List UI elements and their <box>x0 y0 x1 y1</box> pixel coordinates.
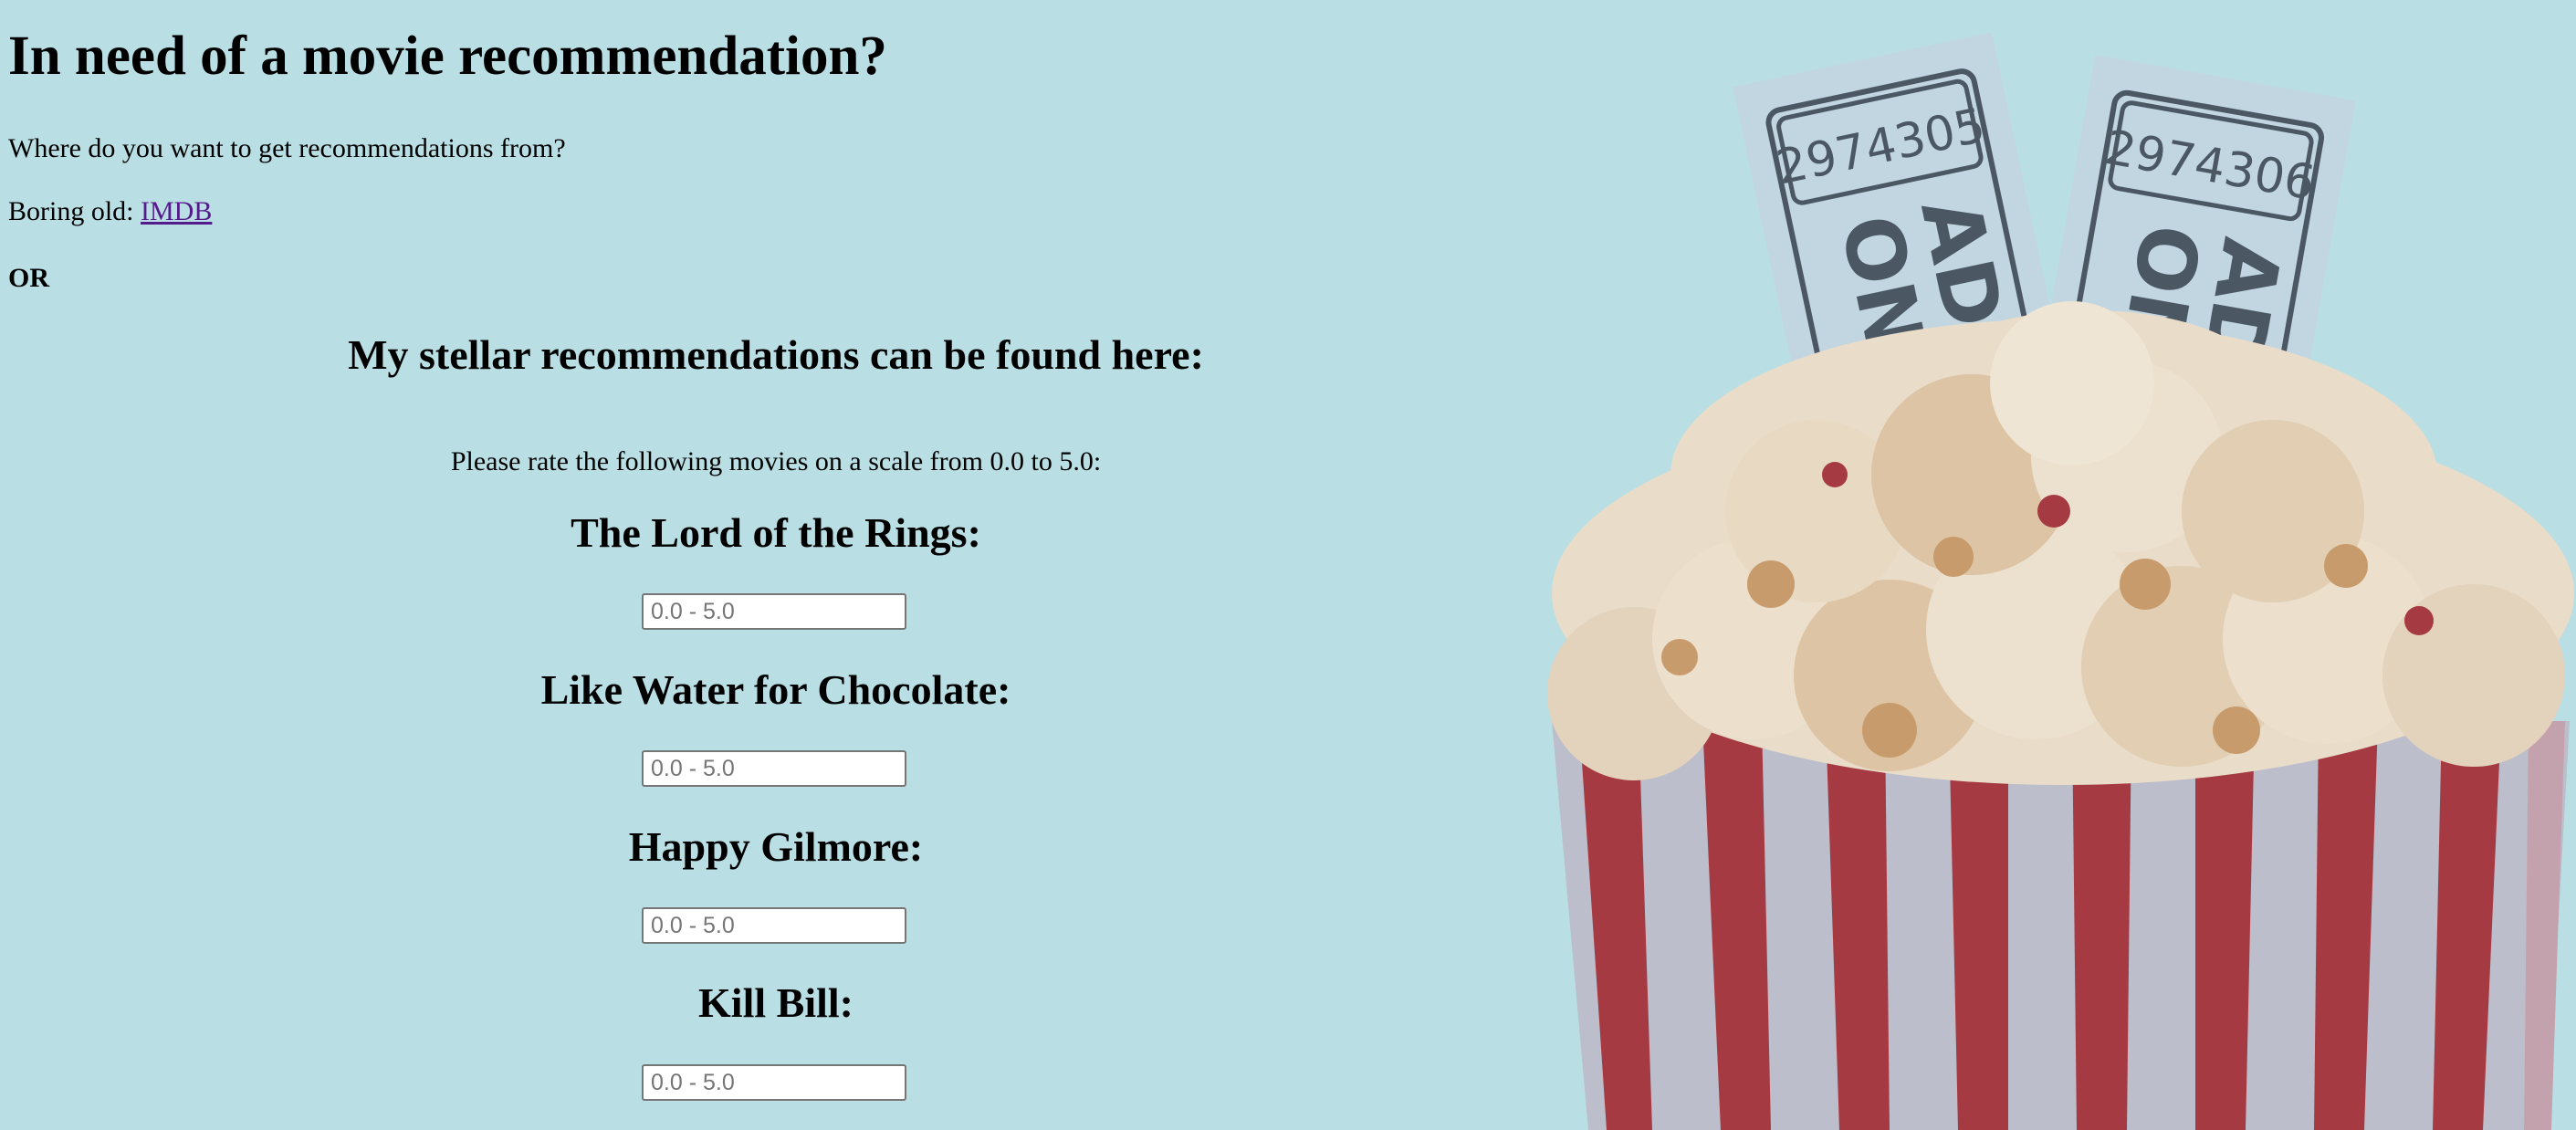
recommendations-heading: My stellar recommendations can be found … <box>348 331 1204 378</box>
movie-title-kill-bill: Kill Bill: <box>698 979 853 1026</box>
movie-title-happy-gilmore: Happy Gilmore: <box>628 823 924 870</box>
movie-title-lord-of-the-rings: The Lord of the Rings: <box>571 509 981 556</box>
popcorn-illustration: 2974305 ADMIT ONE 2974306 ADMIT ONE <box>1547 32 2574 1130</box>
popcorn-pile <box>1547 301 2574 785</box>
imdb-prefix: Boring old: <box>8 196 141 226</box>
movie-title-like-water-for-chocolate: Like Water for Chocolate: <box>540 666 1011 713</box>
rating-input-kill-bill[interactable] <box>642 1064 906 1101</box>
imdb-line: Boring old: IMDB <box>8 195 212 228</box>
source-question: Where do you want to get recommendations… <box>8 133 566 163</box>
rating-instruction: Please rate the following movies on a sc… <box>450 446 1102 476</box>
imdb-link[interactable]: IMDB <box>141 196 212 226</box>
rating-input-happy-gilmore[interactable] <box>642 907 906 944</box>
or-divider-text: OR <box>8 263 49 293</box>
page-title: In need of a movie recommendation? <box>8 26 887 87</box>
rating-input-lord-of-the-rings[interactable] <box>642 593 906 630</box>
rating-input-like-water-for-chocolate[interactable] <box>642 750 906 787</box>
